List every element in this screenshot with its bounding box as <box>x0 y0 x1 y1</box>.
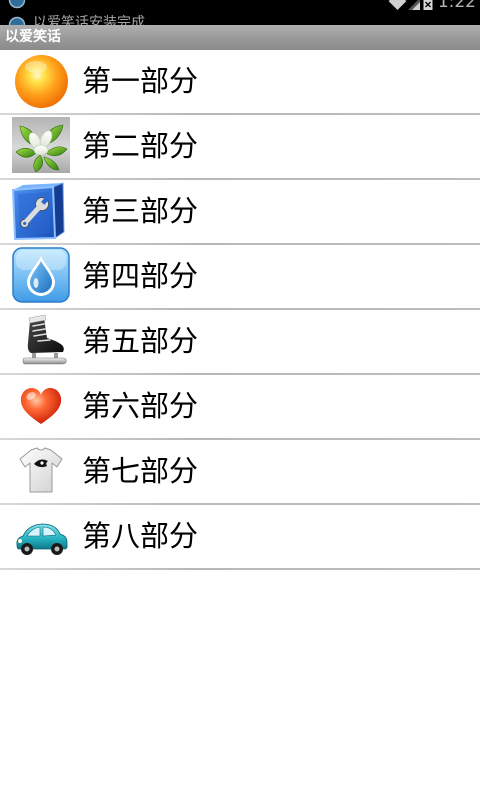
list-item-part-7[interactable]: 第七部分 <box>0 440 480 503</box>
list-item-label: 第七部分 <box>82 454 199 488</box>
list-item-part-1[interactable]: 第一部分 <box>0 50 480 113</box>
water-drop-icon <box>12 247 70 303</box>
ice-skate-icon <box>22 314 67 365</box>
app-notification-icon <box>8 16 26 25</box>
status-clock: 1:22 <box>437 0 476 12</box>
sun-ball-icon <box>15 55 68 108</box>
list-item-label: 第一部分 <box>82 64 199 98</box>
signal-icon <box>408 0 420 10</box>
list-item-part-8[interactable]: 第八部分 <box>0 505 480 568</box>
list-item-label: 第二部分 <box>82 129 199 163</box>
app-notification-icon <box>8 0 26 9</box>
section-list: 第一部分 第二部分 第三部分 第四部分 第五部分 第六部分 第七部分 第八部分 <box>0 50 480 570</box>
wrench-box-icon <box>12 182 65 240</box>
list-item-label: 第三部分 <box>82 194 199 228</box>
list-item-label: 第四部分 <box>82 259 199 293</box>
battery-icon <box>423 0 433 10</box>
list-item-label: 第八部分 <box>82 519 199 553</box>
heart-icon <box>20 388 62 424</box>
list-item-part-6[interactable]: 第六部分 <box>0 375 480 438</box>
leaves-flower-icon <box>12 117 70 173</box>
status-bar[interactable]: 以爱笑话安装完成 1:22 <box>0 0 480 25</box>
list-item-label: 第六部分 <box>82 389 199 423</box>
wifi-icon <box>388 0 407 10</box>
list-item-part-5[interactable]: 第五部分 <box>0 310 480 373</box>
car-icon <box>16 523 68 555</box>
list-item-label: 第五部分 <box>82 324 199 358</box>
notification-ticker-text: 以爱笑话安装完成 <box>33 15 145 25</box>
list-item-part-3[interactable]: 第三部分 <box>0 180 480 243</box>
list-item-part-4[interactable]: 第四部分 <box>0 245 480 308</box>
t-shirt-icon <box>19 447 63 493</box>
list-divider <box>0 568 480 570</box>
app-title: 以爱笑话 <box>5 29 61 45</box>
title-bar: 以爱笑话 <box>0 25 480 50</box>
list-item-part-2[interactable]: 第二部分 <box>0 115 480 178</box>
